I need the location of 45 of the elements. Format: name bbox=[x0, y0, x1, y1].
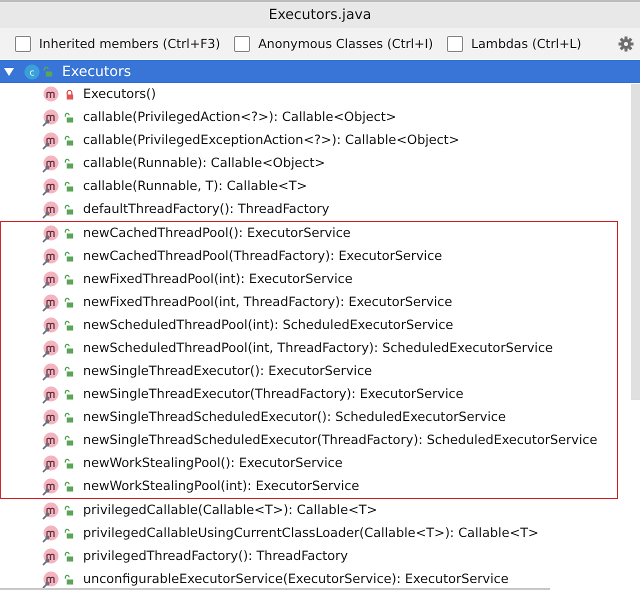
checkbox[interactable] bbox=[447, 36, 464, 52]
checkbox-label[interactable]: Inherited members (Ctrl+F3) bbox=[39, 36, 220, 51]
tree-row[interactable]: callable(PrivilegedExceptionAction<?>): Callable<Object> bbox=[0, 129, 631, 152]
tree-label[interactable]: privilegedCallableUsingCurrentClassLoader(Callable<T>): Callable<T> bbox=[83, 526, 539, 541]
tree-label[interactable]: callable(PrivilegedExceptionAction<?>): Callable<Object> bbox=[83, 133, 460, 148]
tree-label[interactable]: newFixedThreadPool(int, ThreadFactory): ExecutorService bbox=[83, 295, 452, 310]
scrollbar[interactable] bbox=[631, 84, 640, 400]
tree-label[interactable]: newScheduledThreadPool(int): ScheduledExecutorService bbox=[83, 318, 454, 333]
tree-label[interactable]: newSingleThreadScheduledExecutor(): ScheduledExecutorService bbox=[83, 410, 506, 425]
tree-label[interactable]: newSingleThreadExecutor(ThreadFactory): ExecutorService bbox=[83, 387, 464, 402]
tree-label[interactable]: newSingleThreadScheduledExecutor(ThreadFactory): ScheduledExecutorService bbox=[83, 433, 598, 448]
tree-row[interactable]: c Executors bbox=[0, 60, 640, 83]
tree-row[interactable]: callable(Runnable): Callable<Object> bbox=[0, 152, 631, 175]
tree-label[interactable]: callable(Runnable, T): Callable<T> bbox=[83, 179, 308, 194]
tree-label[interactable]: newCachedThreadPool(ThreadFactory): ExecutorService bbox=[83, 249, 442, 264]
tree-row[interactable]: privilegedCallableUsingCurrentClassLoader(Callable<T>): Callable<T> bbox=[0, 522, 631, 545]
expanded-triangle-icon[interactable] bbox=[4, 66, 14, 76]
tree-row[interactable]: privilegedThreadFactory(): ThreadFactory bbox=[0, 545, 631, 568]
tree-label[interactable]: newSingleThreadExecutor(): ExecutorService bbox=[83, 364, 372, 379]
tree-row[interactable]: callable(PrivilegedAction<?>): Callable<Object> bbox=[0, 106, 631, 129]
tree-label[interactable]: Executors() bbox=[83, 87, 156, 102]
tree-label[interactable]: newWorkStealingPool(): ExecutorService bbox=[83, 456, 343, 471]
tree-label[interactable]: newCachedThreadPool(): ExecutorService bbox=[83, 226, 351, 241]
tree-label[interactable]: callable(PrivilegedAction<?>): Callable<Object> bbox=[83, 110, 396, 125]
checkbox[interactable] bbox=[15, 36, 31, 52]
tree-label[interactable]: unconfigurableExecutorService(ExecutorService): ExecutorService bbox=[83, 572, 509, 587]
checkbox[interactable] bbox=[234, 36, 250, 52]
tree-row[interactable]: privilegedCallable(Callable<T>): Callable<T> bbox=[0, 499, 631, 522]
scrollbar[interactable] bbox=[0, 588, 550, 590]
tree-label[interactable]: privilegedThreadFactory(): ThreadFactory bbox=[83, 549, 348, 564]
tree-label[interactable]: newScheduledThreadPool(int, ThreadFactory): ScheduledExecutorService bbox=[83, 341, 553, 356]
settings-icon[interactable] bbox=[618, 36, 634, 52]
tree-label[interactable]: privilegedCallable(Callable<T>): Callable<T> bbox=[83, 503, 378, 518]
class-icon: c bbox=[24, 64, 40, 80]
tree-label[interactable]: newFixedThreadPool(int): ExecutorService bbox=[83, 272, 353, 287]
tree-label: Executors bbox=[62, 64, 131, 80]
tree-label[interactable]: defaultThreadFactory(): ThreadFactory bbox=[83, 202, 330, 217]
tree-label[interactable]: callable(Runnable): Callable<Object> bbox=[83, 156, 326, 171]
checkbox-label[interactable]: Anonymous Classes (Ctrl+I) bbox=[258, 36, 434, 51]
tree-row[interactable]: Executors() bbox=[0, 83, 631, 106]
tree-row[interactable]: callable(Runnable, T): Callable<T> bbox=[0, 175, 631, 198]
window-title: Executors.java bbox=[268, 7, 372, 23]
checkbox-label[interactable]: Lambdas (Ctrl+L) bbox=[471, 36, 582, 51]
tree-row[interactable]: defaultThreadFactory(): ThreadFactory bbox=[0, 198, 631, 221]
tree-label[interactable]: newWorkStealingPool(int): ExecutorService bbox=[83, 479, 360, 494]
